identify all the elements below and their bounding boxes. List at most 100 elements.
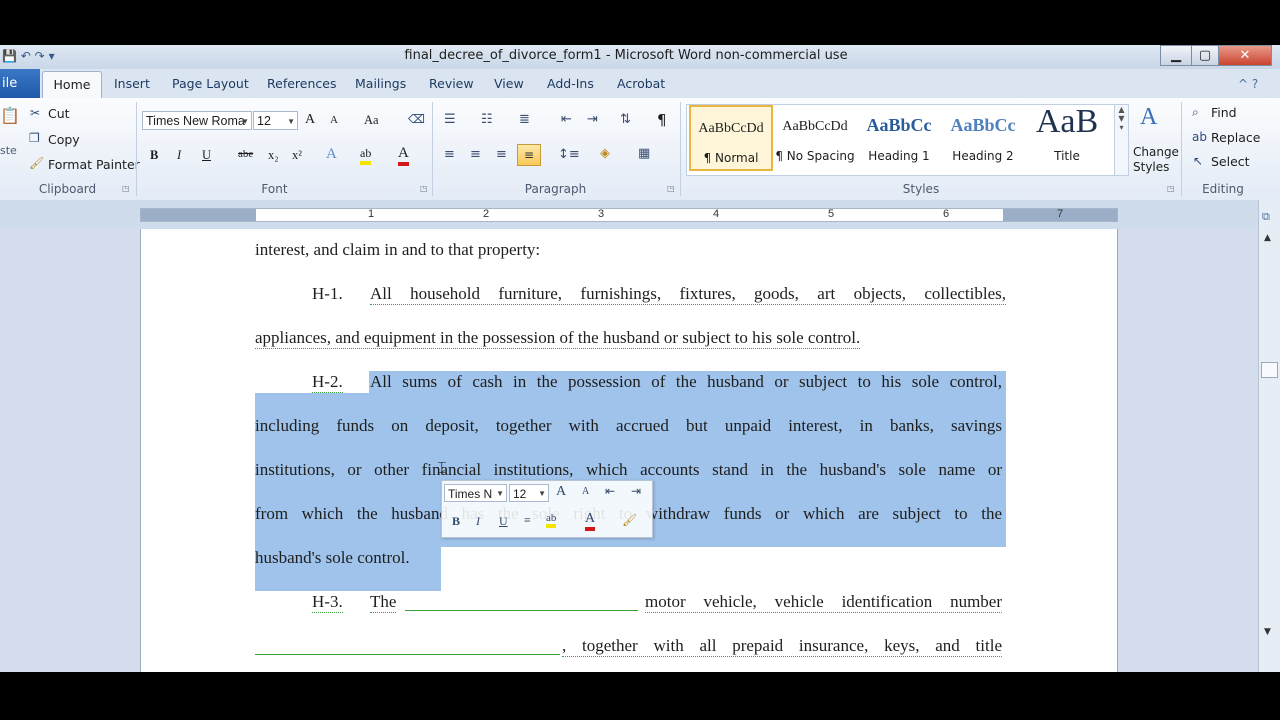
scroll-thumb[interactable] bbox=[1261, 362, 1278, 378]
document-line[interactable]: including funds on deposit, together wit… bbox=[255, 416, 1002, 436]
font-name-combo[interactable]: Times New Roma ▼ bbox=[142, 111, 252, 130]
document-line[interactable]: appliances, and equipment in the possess… bbox=[255, 328, 861, 349]
numbering-icon[interactable]: ☷ bbox=[481, 112, 493, 127]
mini-center-icon[interactable]: ≡ bbox=[524, 513, 531, 528]
styles-group-label: Styles bbox=[902, 182, 940, 196]
tab-add-ins[interactable]: Add-Ins bbox=[547, 76, 594, 91]
align-center-icon[interactable]: ≡ bbox=[470, 147, 481, 162]
format-painter-button[interactable]: Format Painter bbox=[48, 157, 140, 172]
blank-field-line[interactable] bbox=[255, 654, 560, 655]
help-icon[interactable]: ^ ? bbox=[1238, 77, 1258, 91]
tab-page-layout[interactable]: Page Layout bbox=[172, 76, 249, 91]
style-normal[interactable]: AaBbCcDd ¶ Normal bbox=[689, 105, 773, 171]
mini-format-painter-icon[interactable]: 🖌 bbox=[622, 513, 637, 528]
font-launcher-icon[interactable]: ◳ bbox=[420, 184, 428, 193]
top-black-border bbox=[0, 0, 1280, 45]
document-line[interactable]: , together with all prepaid insurance, k… bbox=[562, 636, 1002, 657]
subscript-button[interactable]: x₂ bbox=[268, 148, 279, 163]
cut-icon: ✂ bbox=[30, 106, 41, 120]
paragraph-label[interactable]: H-1. bbox=[312, 284, 343, 304]
bold-button[interactable]: B bbox=[150, 148, 158, 163]
sort-icon[interactable]: ⇅ bbox=[620, 112, 631, 127]
document-line[interactable]: All household furniture, furnishings, fi… bbox=[370, 284, 1006, 305]
select-button[interactable]: Select bbox=[1211, 154, 1250, 169]
grow-font-button[interactable]: A bbox=[305, 112, 315, 128]
paste-icon[interactable]: 📋 bbox=[0, 106, 20, 125]
maximize-button[interactable]: ▢ bbox=[1191, 45, 1219, 66]
style-no-spacing[interactable]: AaBbCcDd ¶ No Spacing bbox=[773, 105, 857, 171]
blank-field-line[interactable] bbox=[405, 610, 638, 611]
highlight-button[interactable]: ab bbox=[360, 146, 372, 165]
paragraph-launcher-icon[interactable]: ◳ bbox=[667, 184, 675, 193]
mini-underline-icon[interactable]: U bbox=[499, 514, 508, 529]
document-line[interactable]: institutions, or other financial institu… bbox=[255, 460, 1002, 480]
underline-button[interactable]: U bbox=[202, 148, 211, 163]
font-color-button[interactable]: A bbox=[398, 145, 409, 166]
find-button[interactable]: Find bbox=[1211, 105, 1237, 120]
strikethrough-button[interactable]: abe bbox=[238, 148, 253, 160]
close-button[interactable]: ✕ bbox=[1218, 45, 1272, 66]
horizontal-ruler[interactable]: 1 2 3 4 5 6 7 bbox=[140, 208, 1118, 222]
mini-font-color-icon[interactable]: A bbox=[585, 511, 596, 531]
mini-bold-icon[interactable]: B bbox=[452, 514, 460, 529]
minimize-button[interactable]: ▁ bbox=[1160, 45, 1192, 66]
italic-button[interactable]: I bbox=[177, 148, 181, 163]
paste-button[interactable]: ste bbox=[0, 144, 17, 157]
ruler-toggle-icon[interactable]: ⧉ bbox=[1262, 210, 1270, 224]
text-effects-button[interactable]: A bbox=[326, 146, 337, 163]
document-line[interactable]: motor vehicle, vehicle identification nu… bbox=[645, 592, 1002, 613]
scroll-up-icon[interactable]: ▲ bbox=[1264, 233, 1271, 243]
tab-references[interactable]: References bbox=[267, 76, 336, 91]
document-line[interactable]: husband's sole control. bbox=[255, 548, 410, 568]
document-line[interactable]: All sums of cash in the possession of th… bbox=[370, 372, 1002, 392]
document-line[interactable]: The bbox=[370, 592, 397, 613]
vertical-scrollbar[interactable]: ⧉ ▲ ▼ bbox=[1258, 200, 1280, 672]
scroll-down-icon[interactable]: ▼ bbox=[1264, 627, 1271, 637]
tab-view[interactable]: View bbox=[494, 76, 524, 91]
style-heading-1[interactable]: AaBbCc Heading 1 bbox=[857, 105, 941, 171]
font-name-value: Times New Roma bbox=[146, 114, 245, 128]
document-line[interactable]: interest, and claim in and to that prope… bbox=[255, 240, 540, 260]
increase-indent-icon[interactable]: ⇥ bbox=[587, 112, 598, 127]
increase-indent-icon[interactable]: ⇥ bbox=[631, 484, 641, 499]
justify-icon[interactable]: ≡ bbox=[517, 144, 541, 166]
change-case-button[interactable]: Aa bbox=[364, 113, 379, 128]
copy-button[interactable]: Copy bbox=[48, 132, 80, 147]
shrink-font-button[interactable]: A bbox=[330, 114, 338, 126]
clipboard-launcher-icon[interactable]: ◳ bbox=[122, 184, 130, 193]
mini-font-combo[interactable]: Times N ▼ bbox=[444, 484, 507, 502]
tab-acrobat[interactable]: Acrobat bbox=[617, 76, 665, 91]
shrink-font-icon[interactable]: A bbox=[582, 486, 589, 497]
mini-italic-icon[interactable]: I bbox=[476, 514, 480, 529]
decrease-indent-icon[interactable]: ⇤ bbox=[605, 484, 615, 499]
mini-size-combo[interactable]: 12 ▼ bbox=[509, 484, 549, 502]
borders-icon[interactable]: ▦ bbox=[638, 146, 650, 161]
paragraph-label[interactable]: H-3. bbox=[312, 592, 343, 613]
align-right-icon[interactable]: ≡ bbox=[496, 147, 507, 162]
mini-highlight-icon[interactable]: ab bbox=[546, 512, 557, 528]
show-formatting-marks-button[interactable]: ¶ bbox=[657, 111, 667, 129]
paragraph-label[interactable]: H-2. bbox=[312, 372, 343, 393]
shading-icon[interactable]: ◈ bbox=[600, 146, 610, 161]
bullets-icon[interactable]: ☰ bbox=[444, 112, 456, 127]
style-heading-2[interactable]: AaBbCc Heading 2 bbox=[941, 105, 1025, 171]
superscript-button[interactable]: x² bbox=[292, 148, 302, 163]
tab-file[interactable]: ile bbox=[0, 69, 40, 98]
grow-font-icon[interactable]: A bbox=[556, 484, 566, 500]
style-title[interactable]: AaB Title bbox=[1025, 103, 1109, 171]
tab-review[interactable]: Review bbox=[429, 76, 474, 91]
tab-insert[interactable]: Insert bbox=[114, 76, 150, 91]
styles-gallery-scroll[interactable]: ▲ ▼ ▾ bbox=[1114, 104, 1129, 176]
change-styles-button[interactable]: Change Styles bbox=[1133, 145, 1179, 175]
tab-mailings[interactable]: Mailings bbox=[355, 76, 406, 91]
cut-button[interactable]: Cut bbox=[48, 106, 70, 121]
multilevel-list-icon[interactable]: ≣ bbox=[519, 112, 530, 127]
font-size-combo[interactable]: 12 ▼ bbox=[253, 111, 298, 130]
tab-home[interactable]: Home bbox=[42, 71, 102, 99]
styles-launcher-icon[interactable]: ◳ bbox=[1167, 184, 1175, 193]
decrease-indent-icon[interactable]: ⇤ bbox=[561, 112, 572, 127]
line-spacing-icon[interactable]: ↕≡ bbox=[558, 147, 580, 162]
align-left-icon[interactable]: ≡ bbox=[444, 147, 455, 162]
clear-formatting-icon[interactable]: ⌫ bbox=[408, 112, 425, 126]
replace-button[interactable]: Replace bbox=[1211, 130, 1260, 145]
